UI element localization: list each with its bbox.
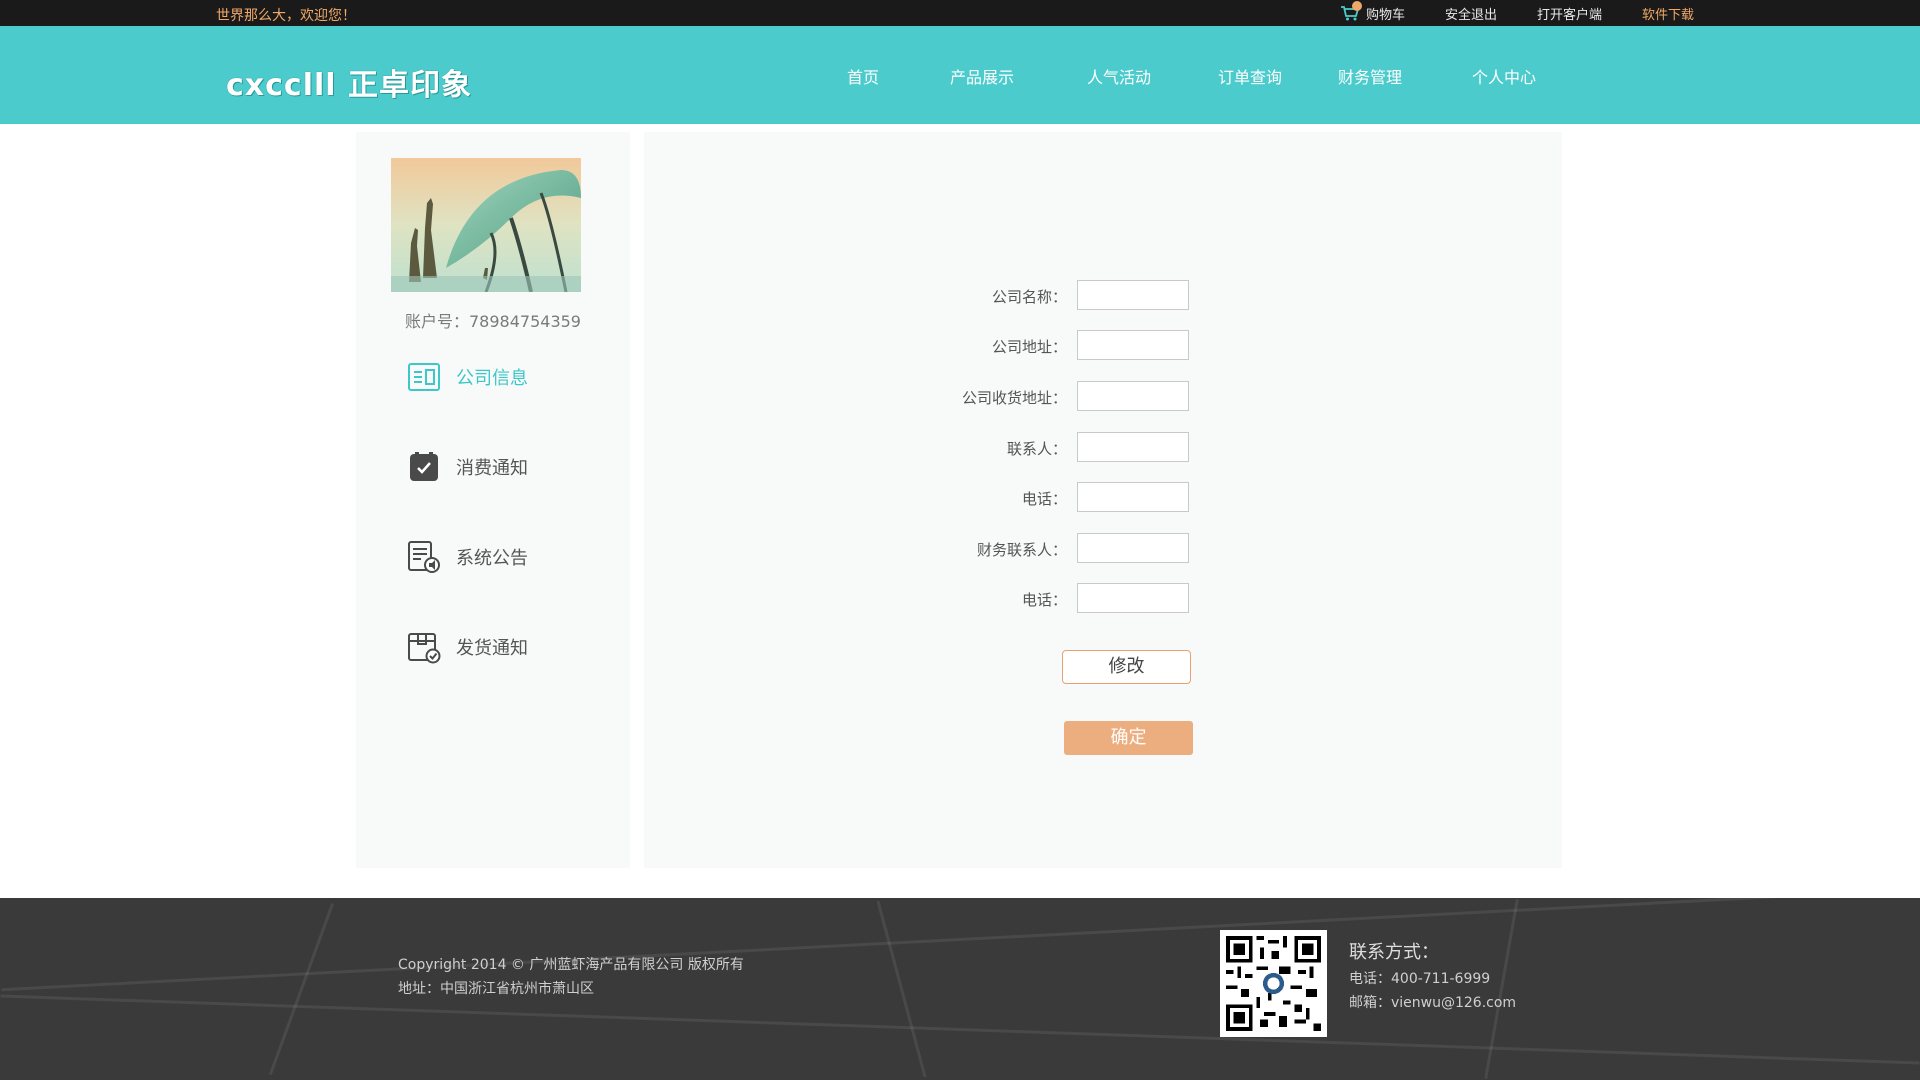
main-nav: 首页 产品展示 人气活动 订单查询 财务管理 个人中心 — [0, 26, 1920, 124]
cart-label: 购物车 — [1366, 7, 1406, 23]
sidebar-item-system-announcement[interactable]: 系统公告 — [407, 540, 528, 574]
finance-phone-label: 电话： — [1021, 591, 1067, 609]
contact-person-label: 联系人： — [1006, 440, 1067, 458]
nav-activities[interactable]: 人气活动 — [1087, 64, 1151, 88]
form-row-receiving-address: 公司收货地址： — [644, 381, 1562, 411]
form-row-finance-contact: 财务联系人： — [644, 533, 1562, 563]
sidebar-item-shipping-notice[interactable]: 发货通知 — [407, 630, 528, 664]
sidebar-item-label: 发货通知 — [456, 638, 528, 659]
header: cxcclll 正卓印象 首页 产品展示 人气活动 订单查询 财务管理 个人中心 — [0, 26, 1920, 124]
nav-personal-center[interactable]: 个人中心 — [1472, 64, 1536, 88]
form-row-company-address: 公司地址： — [644, 330, 1562, 360]
finance-contact-input[interactable] — [1077, 533, 1189, 563]
nav-order-query[interactable]: 订单查询 — [1218, 64, 1282, 88]
contact-title: 联系方式： — [1349, 942, 1439, 963]
cart-badge — [1352, 1, 1362, 11]
sidebar-item-company-info[interactable]: 公司信息 — [407, 360, 528, 394]
nav-finance[interactable]: 财务管理 — [1338, 64, 1402, 88]
copyright-text: Copyright 2014 © 广州蓝虾海产品有限公司 版权所有 — [398, 957, 744, 973]
confirm-button[interactable]: 确定 — [1064, 721, 1193, 755]
map-road — [0, 994, 1920, 1065]
nav-products[interactable]: 产品展示 — [950, 64, 1014, 88]
receiving-address-input[interactable] — [1077, 381, 1189, 411]
sidebar-item-label: 公司信息 — [456, 368, 528, 389]
avatar — [391, 158, 581, 292]
company-info-icon — [407, 360, 441, 394]
system-announcement-icon — [407, 540, 441, 574]
company-info-panel: 公司名称： 公司地址： 公司收货地址： 联系人： 电话： 财务联系人： 电话： … — [644, 132, 1562, 868]
sidebar-item-label: 消费通知 — [456, 458, 528, 479]
company-address-label: 公司地址： — [991, 338, 1067, 356]
software-download-link[interactable]: 软件下载 — [1642, 4, 1694, 23]
contact-email[interactable]: 邮箱：vienwu@126.com — [1349, 992, 1516, 1012]
account-number: 账户号：78984754359 — [405, 312, 581, 331]
company-address-input[interactable] — [1077, 330, 1189, 360]
welcome-text: 世界那么大，欢迎您！ — [216, 8, 356, 24]
map-road — [268, 902, 335, 1076]
footer: Copyright 2014 © 广州蓝虾海产品有限公司 版权所有 地址：中国浙… — [0, 898, 1920, 1080]
nav-home[interactable]: 首页 — [847, 64, 879, 88]
map-road — [1484, 899, 1519, 1079]
finance-contact-label: 财务联系人： — [976, 541, 1067, 559]
form-row-phone: 电话： — [644, 482, 1562, 512]
sidebar-item-label: 系统公告 — [456, 548, 528, 569]
logout-link[interactable]: 安全退出 — [1445, 4, 1497, 23]
shipping-notice-icon — [407, 630, 441, 664]
map-road — [876, 900, 927, 1078]
sidebar-item-consumption-notice[interactable]: 消费通知 — [407, 450, 528, 484]
contact-person-input[interactable] — [1077, 432, 1189, 462]
qr-code — [1220, 930, 1327, 1037]
form-row-finance-phone: 电话： — [644, 583, 1562, 613]
cart-link[interactable]: 购物车 — [1340, 1, 1406, 23]
phone-label: 电话： — [1021, 490, 1067, 508]
form-row-company-name: 公司名称： — [644, 280, 1562, 310]
company-name-label: 公司名称： — [991, 288, 1067, 306]
map-road — [1, 898, 1919, 992]
company-name-input[interactable] — [1077, 280, 1189, 310]
top-bar: 世界那么大，欢迎您！ 购物车 安全退出 打开客户端 软件下载 — [0, 0, 1920, 26]
address-text: 地址：中国浙江省杭州市萧山区 — [398, 981, 594, 997]
phone-input[interactable] — [1077, 482, 1189, 512]
receiving-address-label: 公司收货地址： — [961, 389, 1067, 407]
cart-icon — [1340, 1, 1362, 21]
contact-phone: 电话：400-711-6999 — [1349, 971, 1491, 987]
form-row-contact-person: 联系人： — [644, 432, 1562, 462]
consumption-notice-icon — [407, 450, 441, 484]
top-links: 购物车 安全退出 打开客户端 软件下载 — [1340, 0, 1694, 26]
sidebar: 账户号：78984754359 公司信息 消费通知 系统公告 发货通知 — [356, 132, 630, 868]
edit-button[interactable]: 修改 — [1062, 650, 1191, 684]
finance-phone-input[interactable] — [1077, 583, 1189, 613]
open-client-link[interactable]: 打开客户端 — [1537, 4, 1602, 23]
